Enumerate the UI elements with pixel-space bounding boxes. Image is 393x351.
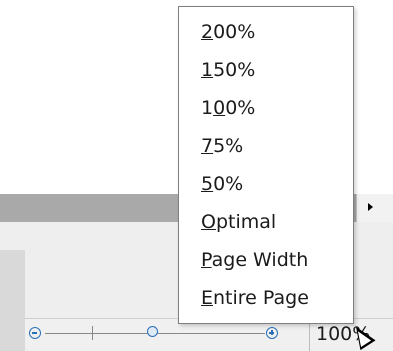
menu-item-mnemonic: E (201, 287, 214, 309)
triangle-right-icon[interactable] (368, 203, 373, 211)
menu-item-optimal[interactable]: Optimal (179, 203, 353, 241)
menu-item-100[interactable]: 100% (179, 89, 353, 127)
menu-item-label: 0% (225, 97, 256, 119)
menu-item-mnemonic: 2 (201, 21, 214, 43)
left-lower-panel (0, 250, 25, 351)
menu-item-50[interactable]: 50% (179, 165, 353, 203)
menu-item-150[interactable]: 150% (179, 51, 353, 89)
menu-item-200[interactable]: 200% (179, 13, 353, 51)
menu-item-mnemonic: 0 (213, 97, 226, 119)
minus-circle-icon[interactable] (29, 327, 41, 339)
zoom-slider-thumb[interactable] (147, 326, 158, 337)
menu-item-mnemonic: P (201, 249, 212, 271)
menu-item-label: ntire Page (213, 287, 309, 309)
menu-item-75[interactable]: 75% (179, 127, 353, 165)
zoom-context-menu: 200% 150% 100% 75% 50% Optimal Page Widt… (178, 6, 354, 324)
menu-item-page-width[interactable]: Page Width (179, 241, 353, 279)
zoom-slider-tick (92, 326, 93, 340)
menu-item-label: 0% (213, 173, 244, 195)
menu-item-label: 50% (213, 59, 256, 81)
menu-item-entire-page[interactable]: Entire Page (179, 279, 353, 317)
menu-item-mnemonic: 1 (201, 59, 214, 81)
menu-item-label-pre: 1 (201, 97, 214, 119)
menu-item-mnemonic: 5 (201, 173, 214, 195)
plus-circle-icon[interactable] (266, 327, 278, 339)
scroll-right-button[interactable] (356, 194, 393, 222)
menu-item-label: 5% (213, 135, 244, 157)
menu-item-label: ptimal (215, 211, 277, 233)
menu-item-mnemonic: 7 (201, 135, 214, 157)
menu-item-label: 00% (213, 21, 256, 43)
menu-item-label: age Width (211, 249, 309, 271)
menu-item-mnemonic: O (201, 211, 216, 233)
